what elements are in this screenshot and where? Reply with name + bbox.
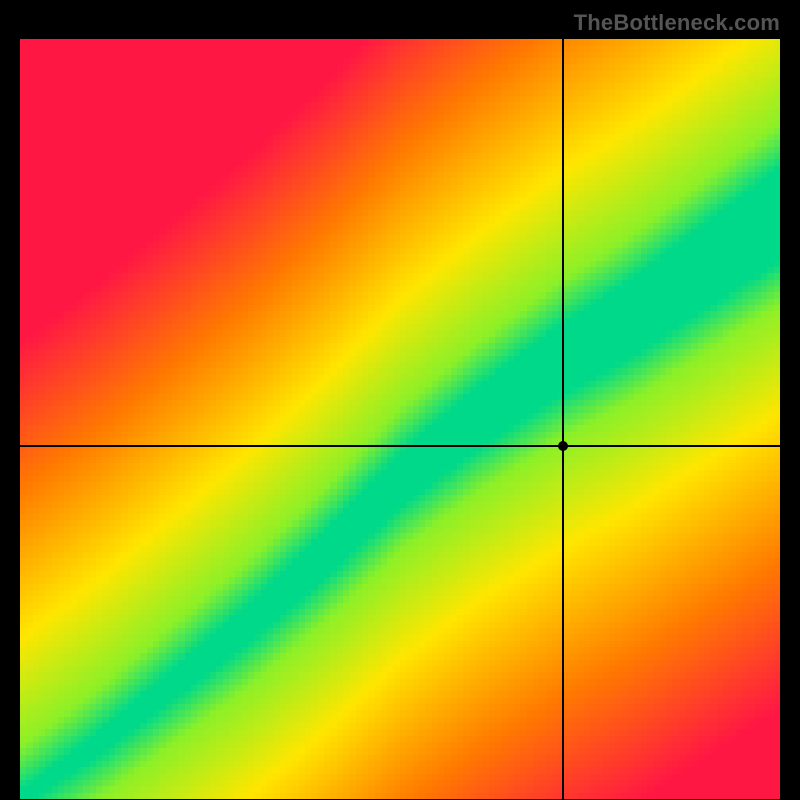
chart-frame bbox=[20, 39, 780, 799]
selection-marker bbox=[558, 441, 568, 451]
watermark-text: TheBottleneck.com bbox=[574, 10, 780, 36]
crosshair-vertical bbox=[562, 39, 564, 799]
crosshair-horizontal bbox=[20, 445, 780, 447]
bottleneck-heatmap bbox=[20, 39, 780, 799]
